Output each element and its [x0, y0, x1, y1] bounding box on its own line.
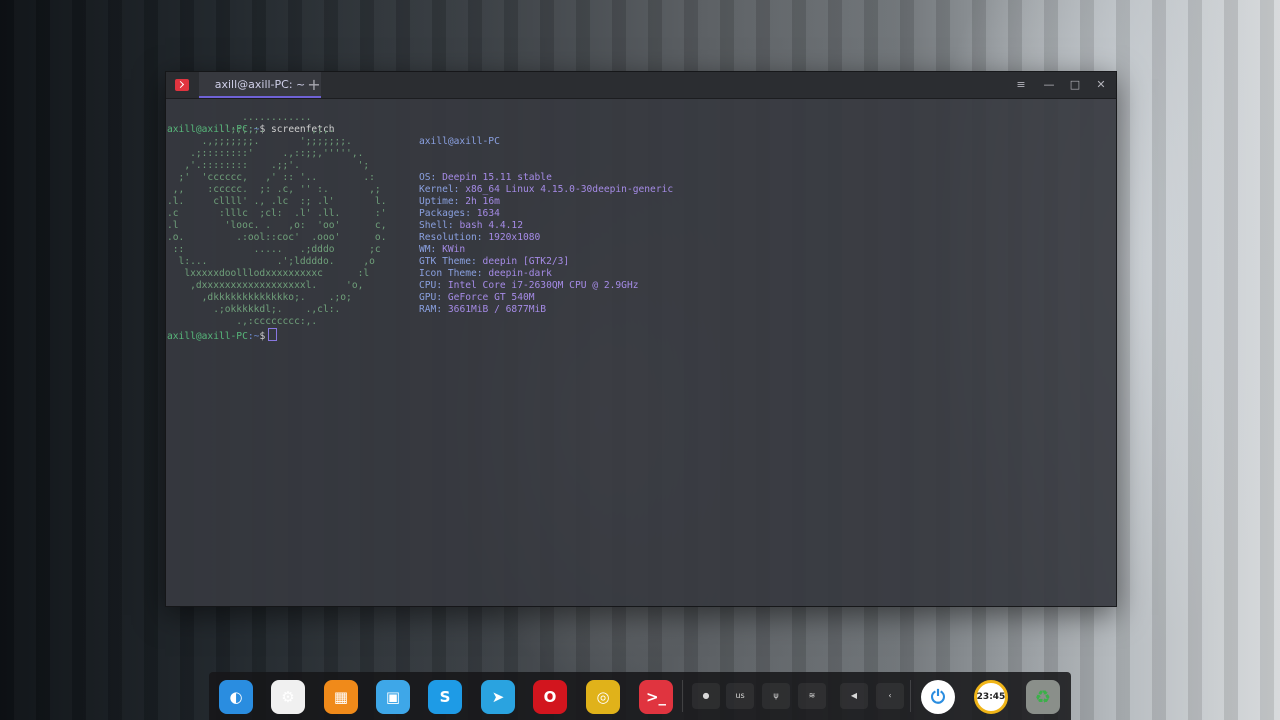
info-row: RAM: 3661MiB / 6877MiB	[419, 304, 673, 316]
info-row: CPU: Intel Core i7-2630QM CPU @ 2.9GHz	[419, 280, 673, 292]
info-value: Deepin 15.11 stable	[442, 172, 552, 183]
info-value: x86_64 Linux 4.15.0-30deepin-generic	[465, 184, 674, 195]
prompt-line[interactable]: axill@axill-PC:~$	[167, 328, 278, 342]
dock: ◐ ⚙ ▦ ▣ S ➤ O ◎ >_ ● us ψ ≋ ◀ ‹ ⏻ 23:45 ♻	[209, 672, 1071, 720]
new-tab-button[interactable]: +	[304, 75, 324, 95]
info-value: 3661MiB / 6877MiB	[447, 304, 547, 315]
ascii-line: ;' 'cccccc, ,' :: '.. .:	[167, 172, 375, 183]
info-value: deepin [GTK2/3]	[482, 256, 570, 267]
expand-icon[interactable]: ‹	[876, 683, 904, 709]
ascii-line: ,dxxxxxxxxxxxxxxxxxxl. 'o,	[167, 280, 364, 291]
terminal-icon[interactable]: >_	[639, 680, 673, 714]
info-row: Resolution: 1920x1080	[419, 232, 673, 244]
ascii-line: ............	[167, 112, 312, 123]
info-row: Icon Theme: deepin-dark	[419, 268, 673, 280]
maximize-button[interactable]: □	[1065, 75, 1085, 95]
ascii-line: .c :lllc ;cl: .l' .ll. :'	[167, 208, 387, 219]
ascii-line: ,'.:::::::: .;;'. ';	[167, 160, 370, 171]
info-value: Intel Core i7-2630QM CPU @ 2.9GHz	[447, 280, 639, 291]
ascii-line: .;::::::::' .,::;;,''''',.	[167, 148, 364, 159]
opera-icon[interactable]: O	[533, 680, 567, 714]
title-bar[interactable]: axill@axill-PC: ~ + ≡ — □ ✕	[166, 72, 1116, 99]
menu-button[interactable]: ≡	[1011, 75, 1031, 95]
ascii-line: ,dkkkkkkkkkkkkko;. .;o;	[167, 292, 352, 303]
info-row: Uptime: 2h 16m	[419, 196, 673, 208]
ascii-line: .,:cccccccc:,.	[167, 316, 318, 327]
ascii-line: .';;;;;. .,;,.	[167, 124, 335, 135]
info-row: GTK Theme: deepin [GTK2/3]	[419, 256, 673, 268]
info-key: Kernel:	[419, 184, 460, 195]
dock-separator	[910, 680, 911, 712]
info-value: 1634	[476, 208, 500, 219]
prompt-path: :~	[247, 331, 260, 342]
app-store-icon[interactable]: ▦	[324, 680, 358, 714]
terminal-app-icon	[175, 79, 189, 91]
ascii-line: lxxxxxdoolllodxxxxxxxxxc :l	[167, 268, 370, 279]
info-row: Packages: 1634	[419, 208, 673, 220]
info-row: Shell: bash 4.4.12	[419, 220, 673, 232]
minimize-button[interactable]: —	[1039, 75, 1059, 95]
info-row: WM: KWin	[419, 244, 673, 256]
info-value: 2h 16m	[465, 196, 500, 207]
skype-icon[interactable]: S	[428, 680, 462, 714]
info-key: CPU:	[419, 280, 443, 291]
ascii-line: ,, :ccccc. ;: .c, '' :. ,;	[167, 184, 381, 195]
telegram-icon[interactable]: ➤	[481, 680, 515, 714]
chrome-icon[interactable]: ◎	[586, 680, 620, 714]
info-key: OS:	[419, 172, 437, 183]
ascii-line: .o. .:ool::coc' .ooo' o.	[167, 232, 387, 243]
ascii-line: l:... .';lddddo. ,o	[167, 256, 375, 267]
ascii-line: .,;;;;;;;. ';;;;;;;.	[167, 136, 352, 147]
trash-icon[interactable]: ♻	[1026, 680, 1060, 714]
system-info: axill@axill-PC OS: Deepin 15.11 stable Ke…	[419, 112, 673, 340]
wifi-icon[interactable]: ≋	[798, 683, 826, 709]
info-value: GeForce GT 540M	[447, 292, 535, 303]
info-value: 1920x1080	[488, 232, 541, 243]
terminal-output[interactable]: axill@axill-PC:~$ screenfetch ..........…	[167, 100, 1112, 600]
clock-icon[interactable]: 23:45	[974, 680, 1008, 714]
info-value: bash 4.4.12	[459, 220, 523, 231]
info-key: Resolution:	[419, 232, 483, 243]
info-key: GTK Theme:	[419, 256, 477, 267]
tab-terminal[interactable]: axill@axill-PC: ~	[199, 72, 321, 98]
ascii-line: .l 'looc. . ,o: 'oo' c,	[167, 220, 387, 231]
prompt-user-host: axill@axill-PC	[167, 331, 248, 342]
info-key: RAM:	[419, 304, 443, 315]
usb-icon[interactable]: ψ	[762, 683, 790, 709]
info-key: GPU:	[419, 292, 443, 303]
deepin-launcher-icon[interactable]: ◐	[219, 680, 253, 714]
file-manager-icon[interactable]: ▣	[376, 680, 410, 714]
text-cursor	[268, 328, 278, 341]
info-key: Shell:	[419, 220, 454, 231]
notification-dot-icon[interactable]: ●	[692, 683, 720, 709]
info-value: KWin	[442, 244, 466, 255]
terminal-window[interactable]: axill@axill-PC: ~ + ≡ — □ ✕ axill@axill-…	[165, 71, 1117, 607]
ascii-line: :: ..... .;dddo ;c	[167, 244, 381, 255]
info-row: OS: Deepin 15.11 stable	[419, 172, 673, 184]
info-key: WM:	[419, 244, 437, 255]
info-key: Uptime:	[419, 196, 460, 207]
ascii-line: .l. cllll' ., .lc :; .l' l.	[167, 196, 387, 207]
info-row: GPU: GeForce GT 540M	[419, 292, 673, 304]
close-button[interactable]: ✕	[1091, 75, 1111, 95]
info-value: deepin-dark	[488, 268, 552, 279]
info-key: Packages:	[419, 208, 471, 219]
dock-separator	[682, 680, 683, 712]
prompt-symbol: $	[259, 331, 266, 342]
info-row: Kernel: x86_64 Linux 4.15.0-30deepin-gen…	[419, 184, 673, 196]
power-icon[interactable]: ⏻	[921, 680, 955, 714]
tab-label: axill@axill-PC: ~	[214, 78, 306, 91]
settings-icon[interactable]: ⚙	[271, 680, 305, 714]
info-key: Icon Theme:	[419, 268, 483, 279]
ascii-line: .;okkkkkdl;. .,cl:.	[167, 304, 341, 315]
deepin-ascii-logo: ............ .';;;;;. .,;,. .,;;;;;;;. '…	[167, 112, 387, 328]
info-host: axill@axill-PC	[419, 136, 500, 147]
keyboard-layout-indicator[interactable]: us	[726, 683, 754, 709]
volume-icon[interactable]: ◀	[840, 683, 868, 709]
